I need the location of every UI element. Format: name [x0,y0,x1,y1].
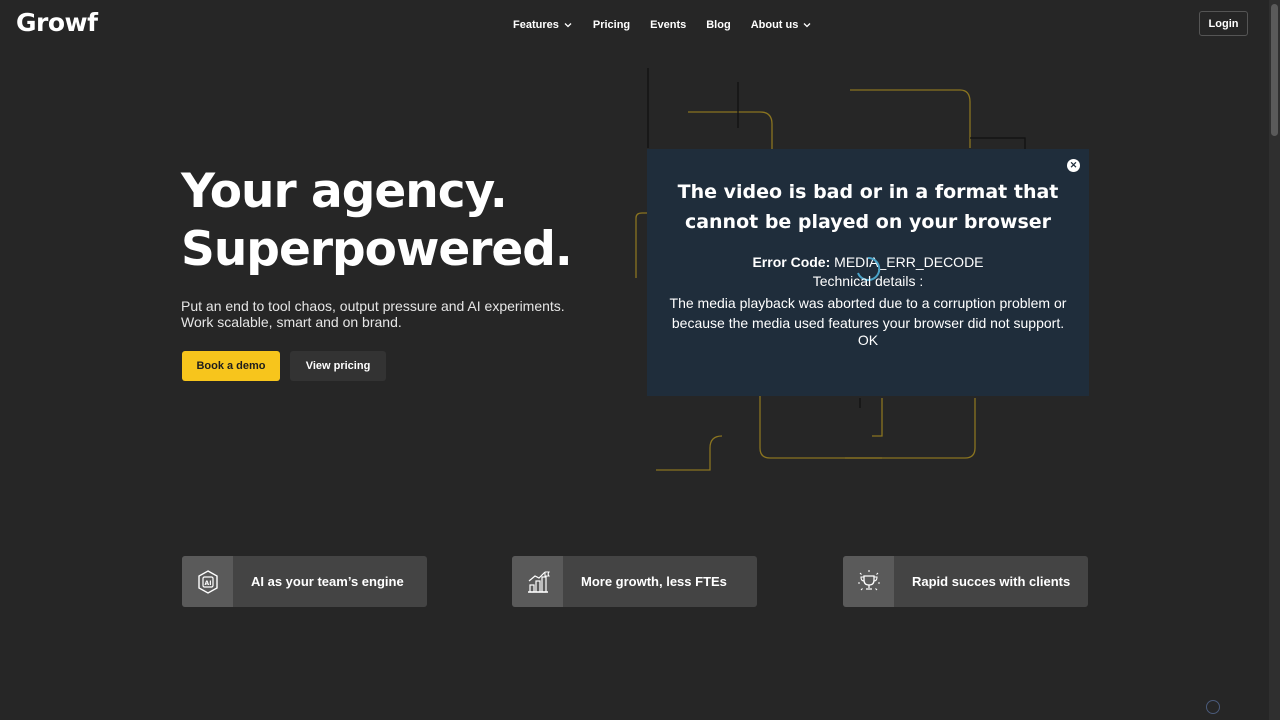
nav-label: Events [650,19,687,31]
nav-item-features[interactable]: Features [513,19,573,31]
close-icon[interactable]: ✕ [1067,159,1080,172]
video-error-dialog: ✕ The video is bad or in a format that c… [647,149,1089,396]
ai-chip-icon: AI [197,569,218,594]
error-message-line1: The media playback was aborted due to a … [669,295,1067,311]
nav-label: About us [750,19,799,31]
nav-item-about-us[interactable]: About us [751,19,813,31]
chevron-down-icon [803,23,811,28]
nav-item-pricing[interactable]: Pricing [593,19,630,31]
feature-icon-box: AI [182,556,233,607]
book-demo-button[interactable]: Book a demo [182,351,280,381]
hero-title-line1: Your agency. [181,164,508,219]
technical-details-label: Technical details : [812,273,924,289]
feature-card-growth[interactable]: More growth, less FTEs [512,556,757,607]
login-button[interactable]: Login [1199,11,1248,36]
feature-label: Rapid succes with clients [912,574,1071,589]
error-title: The video is bad or in a format that can… [647,177,1089,237]
nav-label: Features [513,19,559,31]
feature-card-ai-engine[interactable]: AI AI as your team’s engine [182,556,427,607]
hero-subtitle: Put an end to tool chaos, output pressur… [181,298,565,330]
nav-item-events[interactable]: Events [650,19,686,31]
cookie-settings-icon[interactable] [1206,700,1220,714]
trophy-icon [857,569,880,590]
view-pricing-button[interactable]: View pricing [290,351,386,381]
hero-title-line2: Superpowered. [181,222,573,277]
brand-logo[interactable]: Growf [16,8,98,37]
page-scrollbar[interactable] [1269,0,1280,720]
main-nav: Features Pricing Events Blog About us [513,19,832,31]
error-title-line1: The video is bad or in a format that [677,181,1059,203]
feature-card-rapid-success[interactable]: Rapid succes with clients [843,556,1088,607]
ok-button[interactable]: OK [647,332,1089,348]
growth-chart-icon [527,571,550,593]
error-message: The media playback was aborted due to a … [657,293,1079,333]
svg-text:AI: AI [204,580,211,587]
hero-subtitle-line1: Put an end to tool chaos, output pressur… [181,298,565,314]
feature-icon-box [843,556,894,607]
hero-subtitle-line2: Work scalable, smart and on brand. [181,314,402,330]
feature-label: More growth, less FTEs [581,574,727,589]
feature-icon-box [512,556,563,607]
error-code-label: Error Code: [752,254,831,270]
nav-label: Blog [706,19,731,31]
chevron-down-icon [564,23,572,28]
feature-label: AI as your team’s engine [251,574,404,589]
nav-label: Pricing [592,19,631,31]
error-title-line2: cannot be played on your browser [684,211,1052,233]
error-message-line2: because the media used features your bro… [671,315,1065,331]
scrollbar-thumb[interactable] [1271,4,1278,136]
hero-title: Your agency. Superpowered. [181,163,573,279]
nav-item-blog[interactable]: Blog [706,19,730,31]
